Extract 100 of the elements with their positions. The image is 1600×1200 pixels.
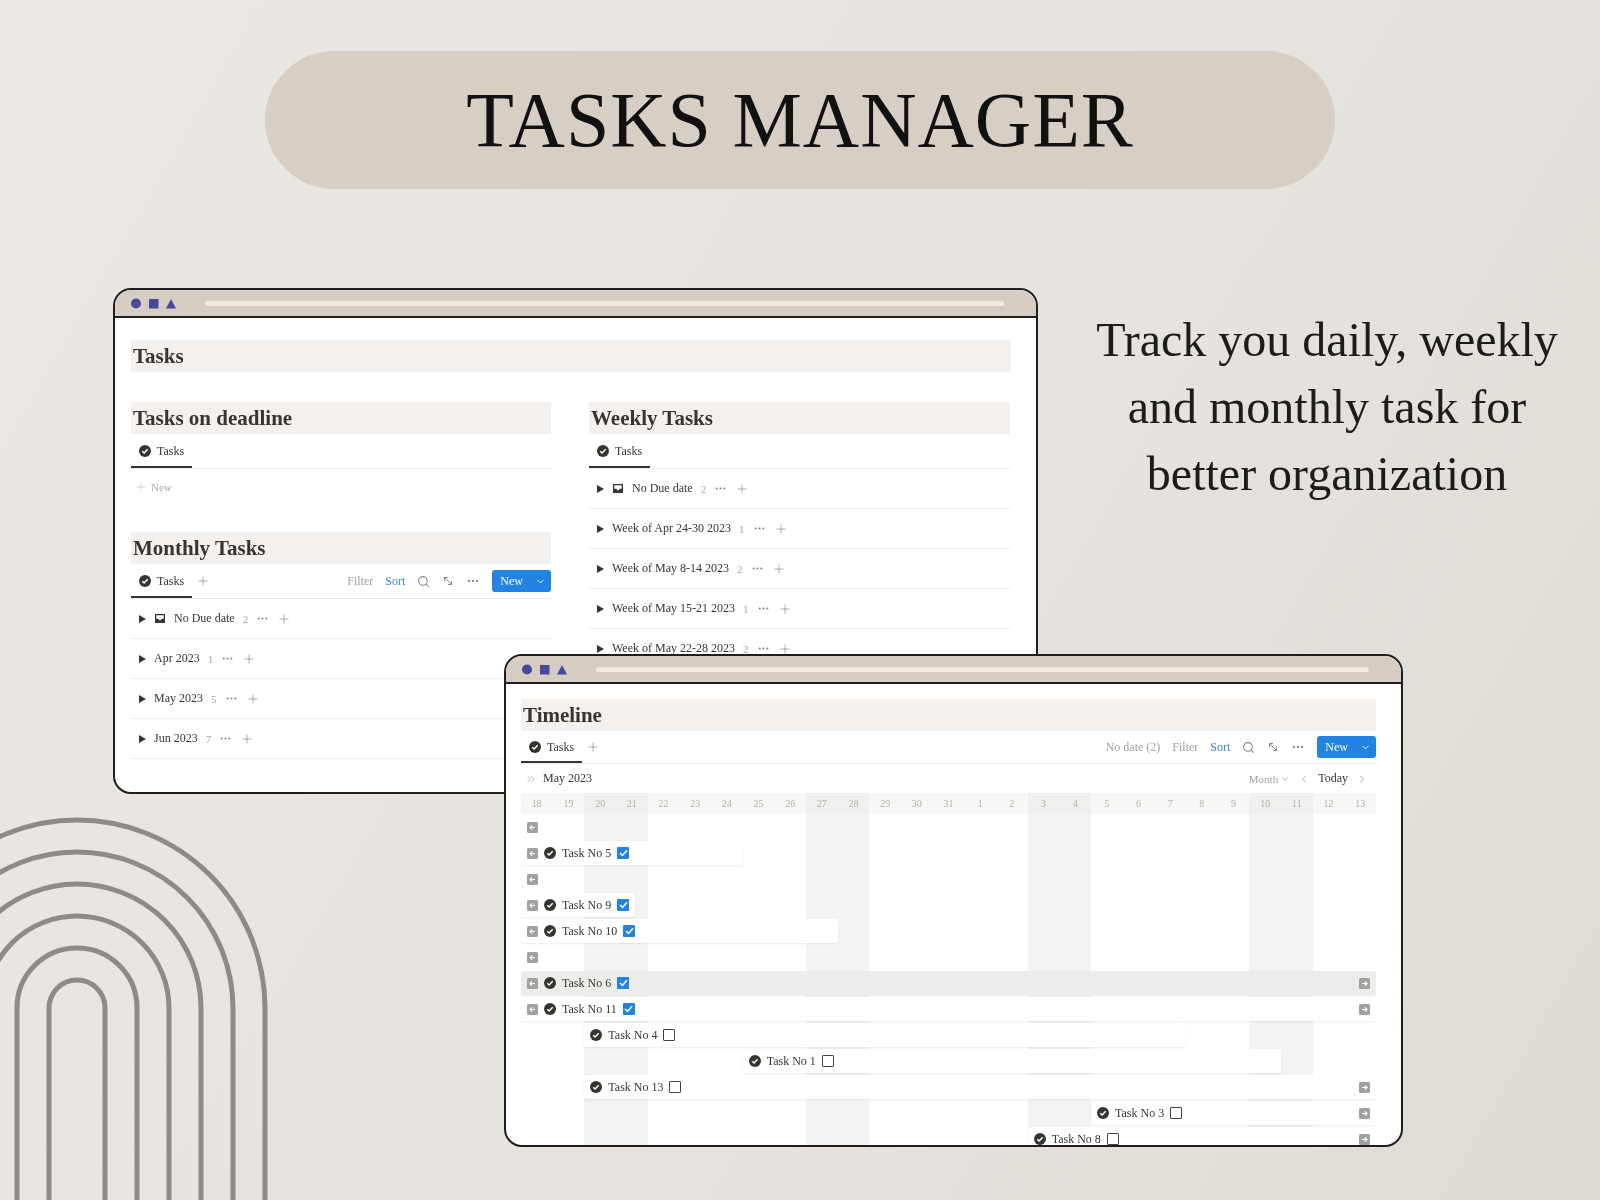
checkbox[interactable] xyxy=(617,977,630,989)
expand-icon[interactable] xyxy=(1267,741,1280,753)
window-shapes-icon xyxy=(522,663,568,675)
arrow-left-icon[interactable] xyxy=(527,899,538,911)
group-count: 1 xyxy=(207,652,214,665)
new-button[interactable]: New xyxy=(492,570,551,592)
toggle-icon[interactable] xyxy=(139,654,146,663)
task-title: Task No 8 xyxy=(1051,1131,1101,1145)
toggle-icon[interactable] xyxy=(139,694,146,703)
group-label[interactable]: No Due date xyxy=(632,481,693,496)
task-title: Task No 11 xyxy=(562,1001,617,1017)
arrow-right-icon[interactable] xyxy=(1359,1133,1370,1145)
toggle-icon[interactable] xyxy=(139,734,146,743)
task-title: Task No 3 xyxy=(1115,1105,1165,1121)
day-label: 18 xyxy=(530,797,543,811)
checkbox[interactable] xyxy=(622,1003,635,1015)
inbox-icon xyxy=(154,613,166,624)
section-heading: Tasks on deadline xyxy=(131,402,551,434)
search-icon[interactable] xyxy=(1242,740,1256,754)
tab-label: Tasks xyxy=(547,739,575,755)
task-bar[interactable]: Task No 11 xyxy=(521,997,1376,1021)
group-label[interactable]: Week of Apr 24-30 2023 xyxy=(612,521,731,536)
day-label: 19 xyxy=(562,797,575,811)
task-bar[interactable]: Task No 13 xyxy=(584,1075,1376,1099)
group-count: 2 xyxy=(737,562,743,575)
check-circle-icon xyxy=(139,445,151,457)
task-title: Task No 13 xyxy=(608,1079,664,1095)
task-bar[interactable]: Task No 5 xyxy=(521,841,743,865)
group-count: 2 xyxy=(700,482,707,495)
view-tab[interactable]: Tasks xyxy=(589,434,651,468)
task-bar[interactable]: Task No 9 xyxy=(521,893,636,917)
task-bar[interactable]: Task No 4 xyxy=(584,1023,1186,1047)
group-count: 5 xyxy=(211,692,217,705)
inbox-icon xyxy=(612,483,624,494)
check-circle-icon xyxy=(139,575,151,587)
toggle-icon[interactable] xyxy=(597,484,604,493)
sort-link[interactable]: Sort xyxy=(1210,739,1231,755)
checkbox[interactable] xyxy=(617,847,630,859)
day-label: 29 xyxy=(879,797,892,811)
check-circle-icon xyxy=(544,847,556,859)
new-button[interactable]: New xyxy=(1317,736,1376,758)
checkbox[interactable] xyxy=(623,925,636,937)
expand-icon[interactable] xyxy=(442,575,455,587)
arrow-left-icon[interactable] xyxy=(527,847,538,859)
day-label: 30 xyxy=(910,797,923,811)
toggle-icon[interactable] xyxy=(597,604,604,613)
check-circle-icon xyxy=(597,445,609,457)
day-label: 10 xyxy=(1249,793,1281,814)
tab-label: Tasks xyxy=(157,443,185,459)
today-button[interactable]: Today xyxy=(1318,771,1348,786)
toggle-icon[interactable] xyxy=(597,564,604,573)
tab-label: Tasks xyxy=(615,443,643,459)
tagline: Track you daily, weekly and monthly task for better organization xyxy=(1095,312,1559,502)
toggle-icon[interactable] xyxy=(139,614,146,623)
arrow-right-icon[interactable] xyxy=(1359,1003,1370,1015)
day-label: 4 xyxy=(1059,793,1091,814)
task-bar[interactable]: Task No 8 xyxy=(1027,1127,1376,1145)
arrow-left-icon[interactable] xyxy=(527,925,538,937)
arrow-right-icon[interactable] xyxy=(1359,977,1370,989)
tab-label: Tasks xyxy=(157,573,185,589)
checkbox[interactable] xyxy=(1170,1107,1183,1119)
add-icon[interactable] xyxy=(777,641,792,656)
day-label: 26 xyxy=(784,797,797,811)
arrow-right-icon[interactable] xyxy=(1359,1107,1370,1119)
checkbox[interactable] xyxy=(617,899,630,911)
toggle-icon[interactable] xyxy=(597,644,604,653)
checkbox[interactable] xyxy=(821,1055,834,1067)
group-label[interactable]: Week of May 22-28 2023 xyxy=(612,641,735,656)
arrow-left-icon[interactable] xyxy=(527,1003,538,1015)
group-label[interactable]: May 2023 xyxy=(154,691,203,706)
group-label[interactable]: Apr 2023 xyxy=(154,651,200,666)
arrow-left-icon[interactable] xyxy=(527,821,538,833)
task-bar[interactable]: Task No 10 xyxy=(521,919,838,943)
check-circle-icon xyxy=(748,1055,761,1067)
group-label[interactable]: Week of May 8-14 2023 xyxy=(612,561,729,576)
group-label[interactable]: Week of May 15-21 2023 xyxy=(612,601,735,616)
group-count: 1 xyxy=(743,602,749,615)
search-icon[interactable] xyxy=(417,574,431,588)
checkbox[interactable] xyxy=(1106,1133,1119,1145)
task-bar[interactable]: Task No 3 xyxy=(1091,1101,1376,1125)
task-bar[interactable]: Task No 1 xyxy=(742,1049,1281,1073)
page-heading: Timeline xyxy=(521,699,1376,731)
task-bar[interactable]: Task No 6 xyxy=(521,971,1376,995)
arrow-left-icon[interactable] xyxy=(527,951,538,963)
arrow-left-icon[interactable] xyxy=(527,977,538,989)
group-label[interactable]: No Due date xyxy=(174,611,235,626)
day-label: 31 xyxy=(942,797,955,811)
checkbox[interactable] xyxy=(663,1029,676,1041)
sort-link[interactable]: Sort xyxy=(385,573,406,589)
arrow-right-icon[interactable] xyxy=(1359,1081,1370,1093)
toggle-icon[interactable] xyxy=(597,524,604,533)
task-title: Task No 6 xyxy=(562,975,612,991)
check-circle-icon xyxy=(544,925,556,937)
view-tab[interactable]: Tasks xyxy=(521,731,583,763)
group-count: 1 xyxy=(739,522,745,535)
checkbox[interactable] xyxy=(669,1081,682,1093)
group-label[interactable]: Jun 2023 xyxy=(154,731,198,746)
view-tab[interactable]: Tasks xyxy=(131,434,193,468)
view-tab[interactable]: Tasks xyxy=(131,564,193,598)
arrow-left-icon[interactable] xyxy=(527,873,538,885)
